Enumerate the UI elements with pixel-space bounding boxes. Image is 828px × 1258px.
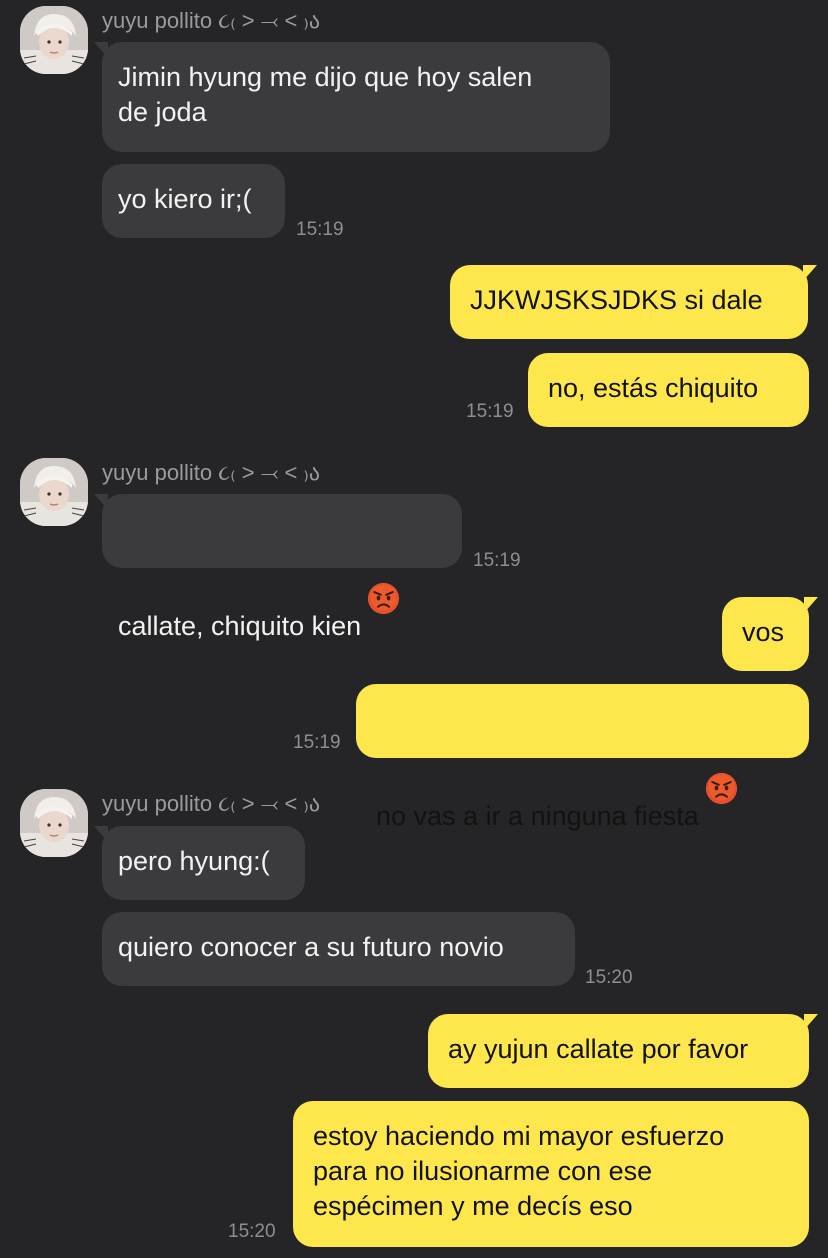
chat-view: yuyu pollito ૮₍ ˃ ⤙ ˂ ₎ა Jimin hyung me … <box>0 0 828 1258</box>
message-bubble-incoming[interactable]: callate, chiquito kien <box>94 494 462 641</box>
message-text: no vas a ir a ninguna fiesta <box>376 801 699 831</box>
message-timestamp: 15:19 <box>296 219 344 240</box>
message-bubble-incoming[interactable]: pero hyung:( <box>94 826 305 900</box>
message-bubble-outgoing[interactable]: no vas a ir a ninguna fiesta <box>356 684 809 831</box>
message-timestamp: 15:19 <box>293 732 341 753</box>
message-timestamp: 15:19 <box>466 401 514 422</box>
message-bubble-outgoing[interactable]: JJKWJSKSJDKS si dale <box>450 265 817 339</box>
sender-avatar[interactable] <box>20 458 88 526</box>
angry-face-icon <box>367 547 400 615</box>
message-bubble-outgoing[interactable]: estoy haciendo mi mayor esfuerzo para no… <box>293 1101 809 1247</box>
sender-name: yuyu pollito ૮₍ ˃ ⤙ ˂ ₎ა <box>102 8 320 33</box>
sender-name: yuyu pollito ૮₍ ˃ ⤙ ˂ ₎ა <box>102 791 320 816</box>
message-bubble-outgoing[interactable]: ay yujun callate por favor <box>428 1014 818 1088</box>
message-timestamp: 15:20 <box>228 1221 276 1242</box>
message-bubble-outgoing[interactable]: vos <box>722 597 818 671</box>
sender-avatar[interactable] <box>20 789 88 857</box>
message-bubble-incoming[interactable]: quiero conocer a su futuro novio <box>102 912 575 986</box>
avatar-photo-icon <box>20 458 88 526</box>
message-text: callate, chiquito kien <box>118 611 362 641</box>
angry-face-icon <box>705 737 738 805</box>
avatar-photo-icon <box>20 789 88 857</box>
message-bubble-incoming[interactable]: Jimin hyung me dijo que hoy salen de jod… <box>94 42 610 152</box>
message-timestamp: 15:19 <box>473 550 521 571</box>
message-bubble-incoming[interactable]: yo kiero ir;( <box>102 164 285 238</box>
sender-name: yuyu pollito ૮₍ ˃ ⤙ ˂ ₎ა <box>102 460 320 485</box>
avatar-photo-icon <box>20 6 88 74</box>
message-bubble-outgoing[interactable]: no, estás chiquito <box>528 353 809 427</box>
sender-avatar[interactable] <box>20 6 88 74</box>
message-timestamp: 15:20 <box>585 967 633 988</box>
